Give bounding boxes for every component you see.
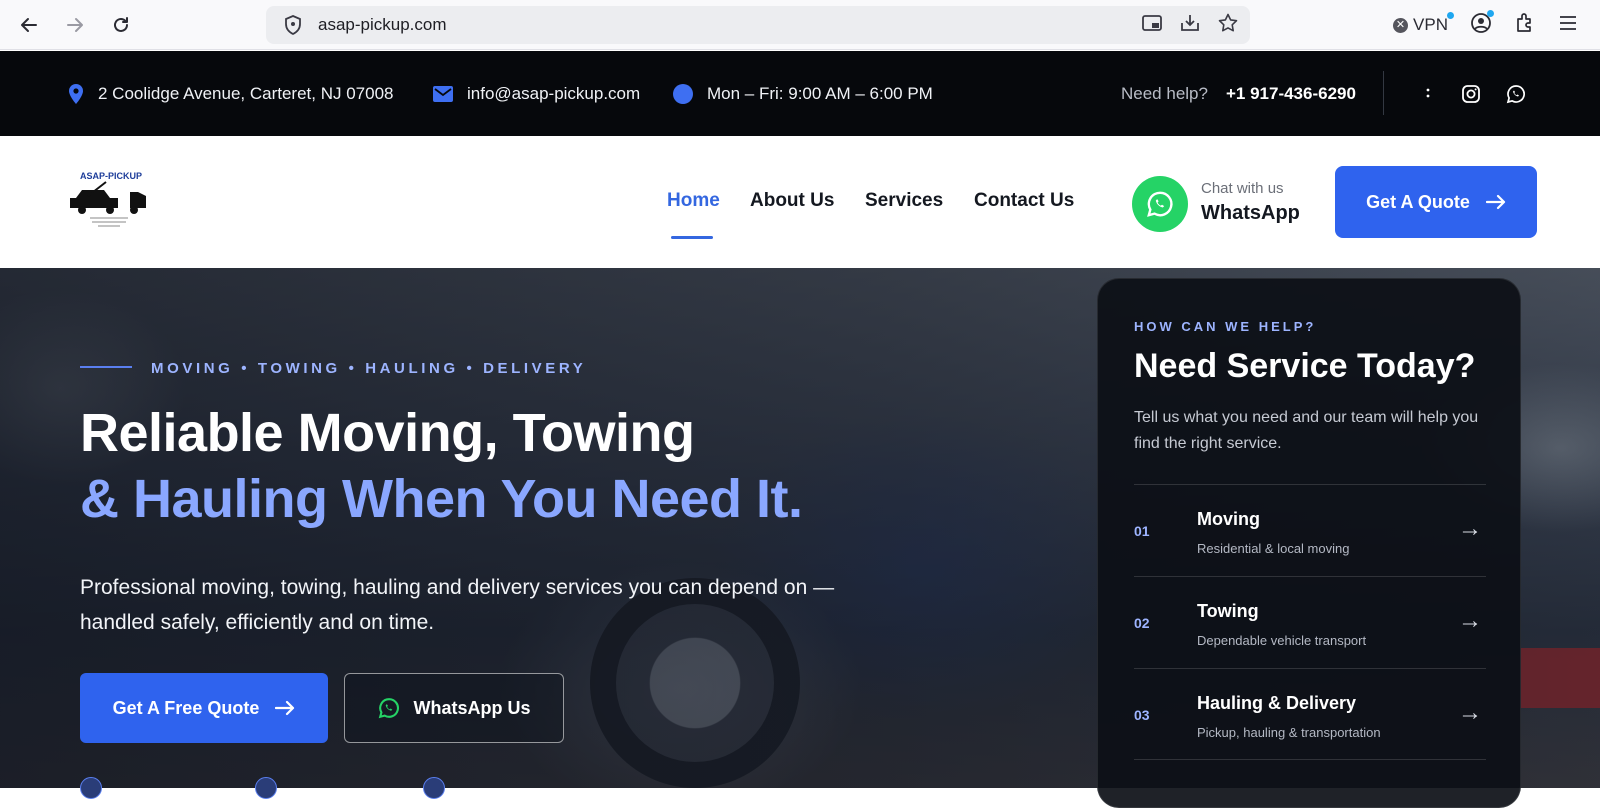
close-icon: ✕: [1393, 17, 1409, 33]
notification-dot: [1487, 9, 1494, 17]
whatsapp-us-button[interactable]: WhatsApp Us: [344, 673, 564, 743]
service-item-hauling-delivery[interactable]: 03 Hauling & Delivery Pickup, hauling & …: [1134, 668, 1486, 760]
whatsapp-icon[interactable]: [1506, 51, 1526, 136]
whatsapp-us-label: WhatsApp Us: [413, 697, 531, 718]
get-quote-label: Get A Quote: [1366, 191, 1470, 212]
download-icon[interactable]: [1180, 13, 1200, 38]
help-label: Need help?: [1121, 83, 1208, 103]
logo-text: ASAP-PICKUP: [80, 171, 142, 181]
feature-badge: [255, 777, 277, 799]
top-info-bar: 2 Coolidge Avenue, Carteret, NJ 07008 in…: [0, 51, 1600, 136]
email-info[interactable]: info@asap-pickup.com: [433, 51, 640, 136]
address-info: 2 Coolidge Avenue, Carteret, NJ 07008: [68, 51, 394, 136]
card-eyebrow: HOW CAN WE HELP?: [1134, 319, 1317, 334]
vpn-label: VPN: [1413, 15, 1448, 34]
whatsapp-chat-button[interactable]: [1132, 176, 1188, 232]
notification-dot: [1447, 12, 1454, 19]
service-number: 03: [1134, 707, 1150, 723]
instagram-icon[interactable]: [1461, 51, 1481, 136]
get-quote-button[interactable]: Get A Quote: [1335, 166, 1537, 238]
card-title: Need Service Today?: [1134, 347, 1476, 385]
url-text: asap-pickup.com: [318, 15, 447, 34]
check-circle-icon: [80, 777, 102, 799]
check-circle-icon: [255, 777, 277, 799]
nav-home[interactable]: Home: [667, 190, 720, 212]
shield-icon[interactable]: [274, 15, 312, 35]
back-button[interactable]: [6, 0, 52, 50]
mail-icon: [433, 85, 453, 102]
browser-toolbar: asap-pickup.com ✕ VPN: [0, 0, 1600, 50]
help-info[interactable]: Need help? +1 917-436-6290: [1121, 51, 1356, 136]
service-item-towing[interactable]: 02 Towing Dependable vehicle transport →: [1134, 576, 1486, 668]
hours-info: Mon – Fri: 9:00 AM – 6:00 PM: [673, 51, 933, 136]
menu-icon[interactable]: [1558, 15, 1578, 36]
picture-in-picture-icon[interactable]: [1142, 14, 1162, 37]
chat-big-label[interactable]: WhatsApp: [1201, 202, 1300, 225]
arrow-right-icon: [1485, 194, 1505, 210]
card-description: Tell us what you need and our team will …: [1134, 409, 1479, 452]
whatsapp-icon: [1147, 191, 1173, 217]
extensions-icon[interactable]: [1514, 12, 1536, 39]
email-text: info@asap-pickup.com: [467, 83, 641, 103]
company-logo[interactable]: ASAP-PICKUP: [68, 170, 150, 232]
hero-eyebrow: MOVING • TOWING • HAULING • DELIVERY: [151, 360, 587, 377]
service-subtitle: Residential & local moving: [1197, 541, 1350, 556]
service-subtitle: Pickup, hauling & transportation: [1197, 725, 1381, 740]
reload-icon: [114, 16, 128, 32]
clock-icon: [673, 83, 693, 104]
service-name: Moving: [1197, 509, 1260, 529]
whatsapp-icon: [378, 698, 399, 719]
hero-title-line1: Reliable Moving, Towing: [80, 403, 695, 463]
get-free-quote-label: Get A Free Quote: [112, 697, 260, 718]
service-number: 01: [1134, 523, 1150, 539]
service-number: 02: [1134, 615, 1150, 631]
nav-services[interactable]: Services: [865, 190, 943, 212]
bookmark-star-icon[interactable]: [1218, 13, 1238, 38]
divider: [1383, 71, 1384, 115]
check-circle-icon: [423, 777, 445, 799]
more-dots-icon[interactable]: [1425, 51, 1431, 136]
vpn-button[interactable]: ✕ VPN: [1393, 12, 1454, 35]
feature-badge: [80, 777, 102, 799]
service-subtitle: Dependable vehicle transport: [1197, 633, 1367, 648]
address-bar[interactable]: asap-pickup.com: [266, 6, 1250, 44]
hours-text: Mon – Fri: 9:00 AM – 6:00 PM: [707, 83, 933, 103]
arrow-right-icon: →: [1458, 699, 1482, 726]
nav-about-us[interactable]: About Us: [750, 190, 834, 212]
reload-button[interactable]: [98, 0, 144, 50]
location-pin-icon: [69, 83, 83, 104]
get-free-quote-button[interactable]: Get A Free Quote: [80, 673, 328, 743]
arrow-right-icon: [67, 17, 83, 32]
address-text: 2 Coolidge Avenue, Carteret, NJ 07008: [98, 83, 394, 103]
account-icon[interactable]: [1470, 9, 1494, 39]
hero-lede: Professional moving, towing, hauling and…: [80, 576, 835, 634]
arrow-left-icon: [21, 17, 37, 32]
phone-number[interactable]: +1 917-436-6290: [1226, 84, 1356, 104]
arrow-right-icon: [275, 700, 295, 716]
eyebrow-line: [80, 366, 132, 368]
active-nav-indicator: [671, 236, 713, 239]
service-name: Hauling & Delivery: [1197, 693, 1357, 713]
hero-title-line2: & Hauling When You Need It.: [80, 469, 803, 529]
main-header: ASAP-PICKUP Home About Us Services Conta…: [0, 136, 1600, 268]
arrow-right-icon: →: [1458, 607, 1482, 634]
chat-small-label: Chat with us: [1201, 180, 1284, 197]
forward-button[interactable]: [52, 0, 98, 50]
feature-badge: [423, 777, 445, 799]
service-item-moving[interactable]: 01 Moving Residential & local moving →: [1134, 484, 1486, 576]
nav-contact-us[interactable]: Contact Us: [974, 190, 1074, 212]
service-name: Towing: [1197, 601, 1259, 621]
service-card: HOW CAN WE HELP? Need Service Today? Tel…: [1097, 278, 1521, 808]
arrow-right-icon: →: [1458, 515, 1482, 542]
